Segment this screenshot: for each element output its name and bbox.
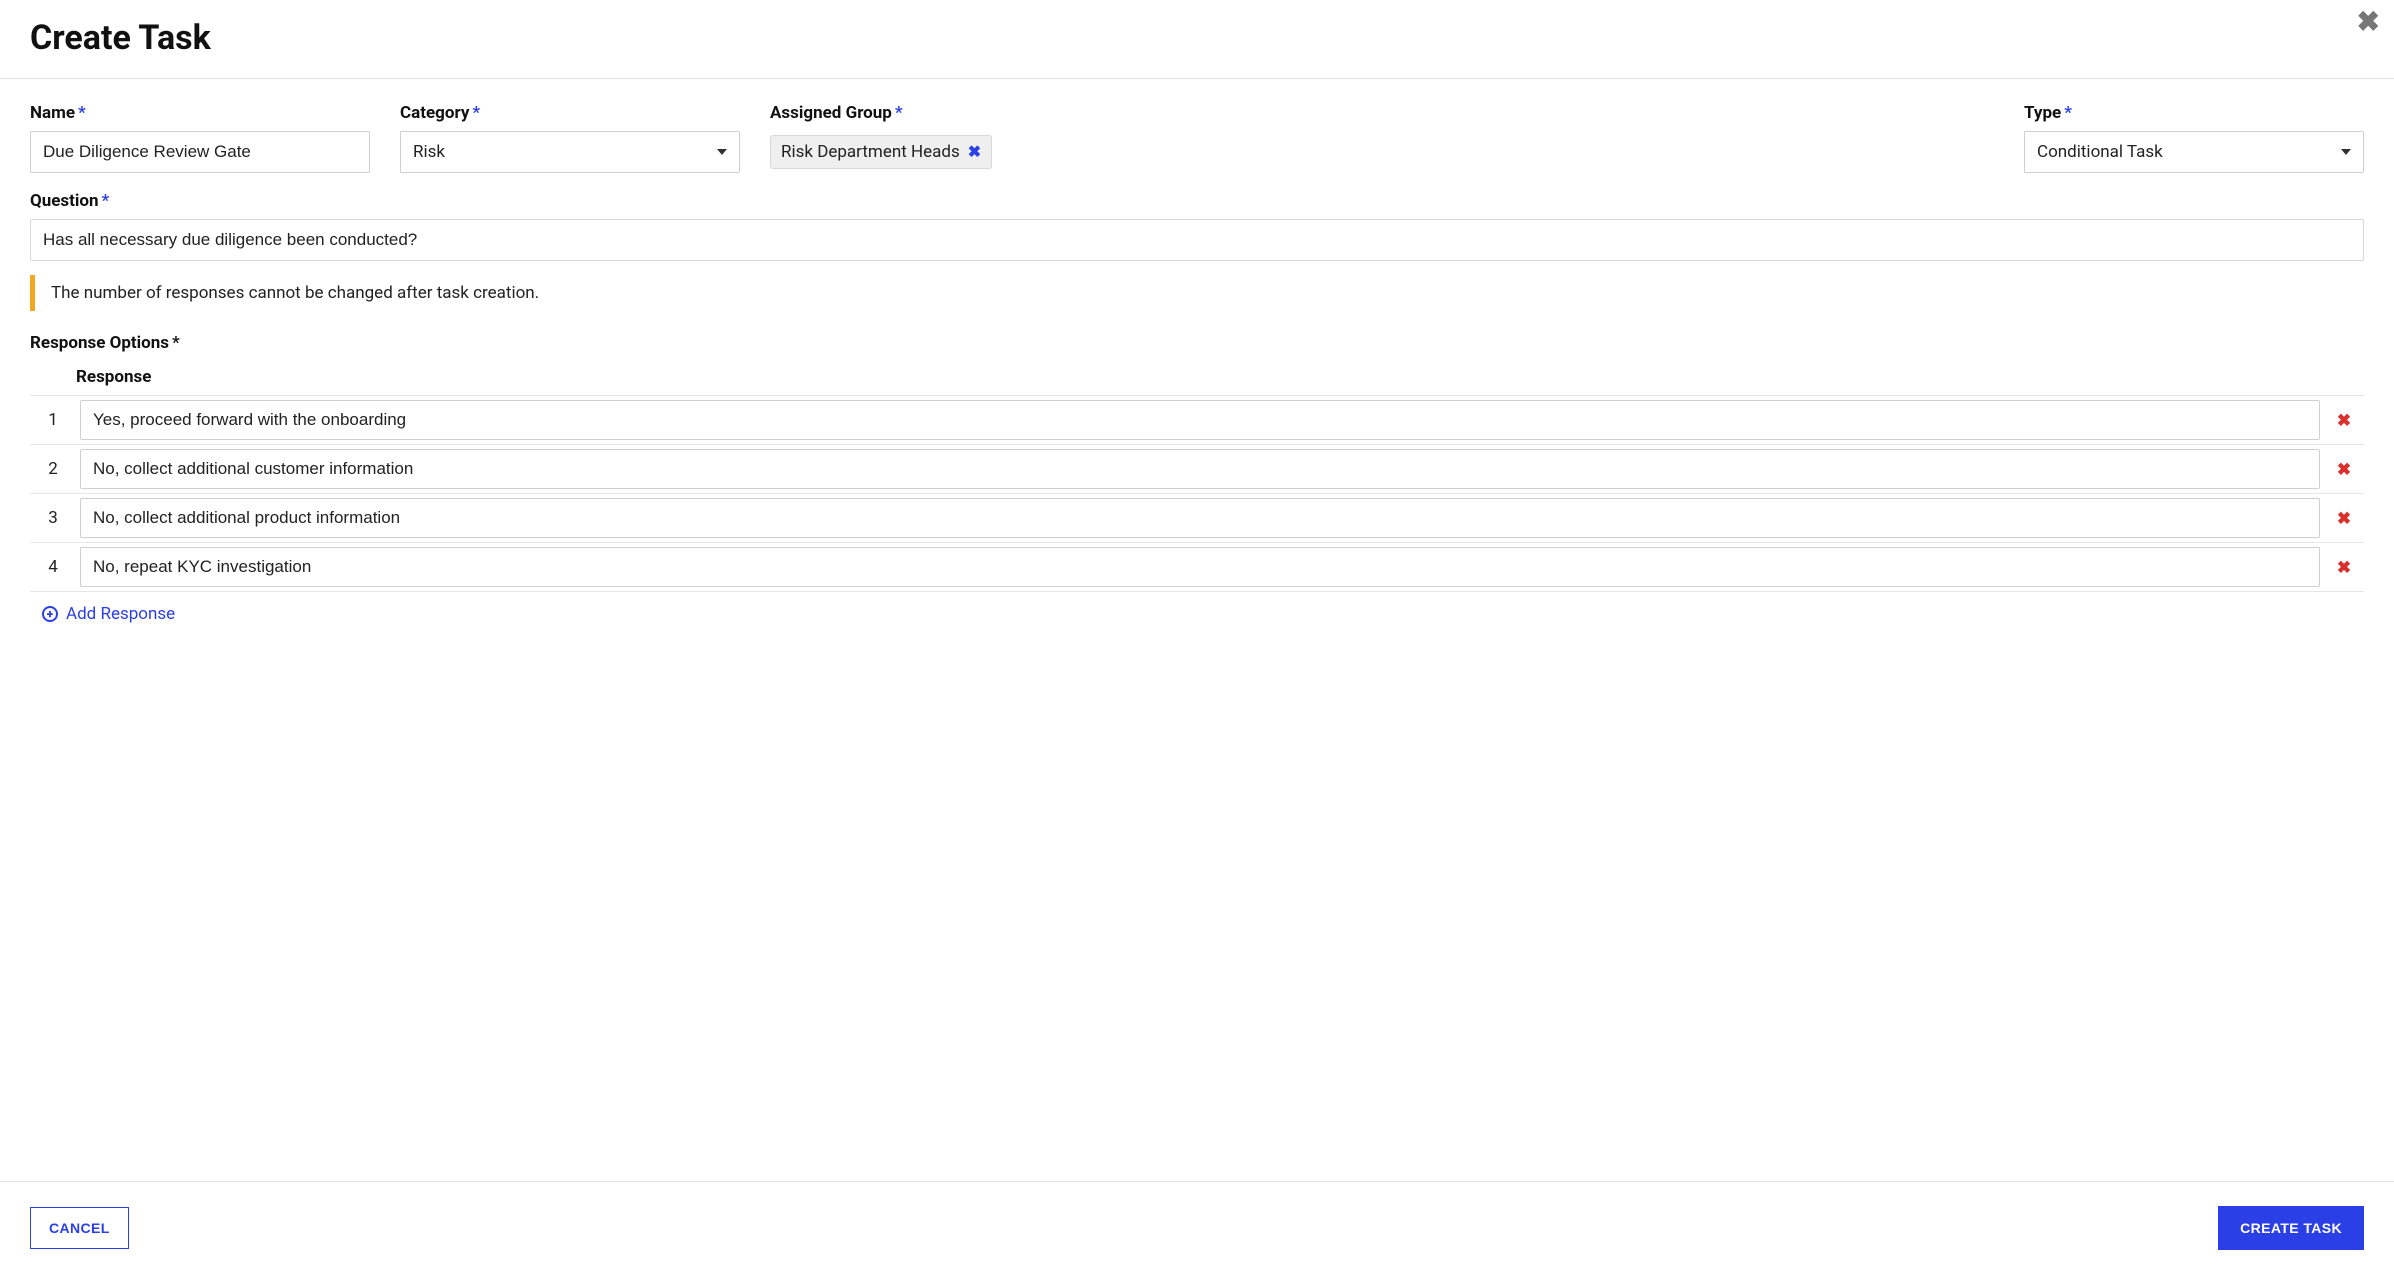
assigned-group-input[interactable]: Risk Department Heads ✖ (770, 131, 1994, 173)
plus-circle-icon: + (42, 606, 58, 622)
modal-footer: CANCEL CREATE TASK (0, 1181, 2394, 1274)
field-category: Category* Risk (400, 103, 740, 173)
response-input[interactable] (80, 498, 2320, 538)
delete-response-icon[interactable]: ✖ (2337, 411, 2351, 431)
create-task-modal: Create Task ✖ Name* Category* Risk (0, 0, 2394, 1274)
responses-header: Response (30, 367, 2364, 395)
required-marker: * (102, 191, 110, 211)
response-input[interactable] (80, 449, 2320, 489)
add-response-button[interactable]: + Add Response (30, 604, 175, 624)
required-marker: * (2064, 103, 2072, 123)
modal-header: Create Task ✖ (0, 0, 2394, 79)
response-input[interactable] (80, 547, 2320, 587)
response-row: 2 ✖ (30, 444, 2364, 493)
category-select[interactable]: Risk (400, 131, 740, 173)
response-options-label-text: Response Options (30, 333, 169, 353)
response-delete-cell: ✖ (2324, 411, 2364, 430)
create-task-button[interactable]: CREATE TASK (2218, 1206, 2364, 1250)
warning-text: The number of responses cannot be change… (51, 283, 539, 303)
response-options-label: Response Options* (30, 333, 2364, 353)
required-marker: * (472, 103, 480, 123)
name-label-text: Name (30, 103, 75, 123)
response-input-cell (76, 547, 2324, 587)
assigned-group-chip-text: Risk Department Heads (781, 142, 960, 162)
required-marker: * (78, 103, 86, 123)
response-number: 2 (30, 459, 76, 479)
question-input[interactable] (30, 219, 2364, 261)
cancel-button[interactable]: CANCEL (30, 1207, 129, 1249)
name-input[interactable] (30, 131, 370, 173)
response-row: 3 ✖ (30, 493, 2364, 542)
chevron-down-icon (2341, 149, 2351, 155)
type-label-text: Type (2024, 103, 2061, 123)
assigned-group-chip: Risk Department Heads ✖ (770, 135, 992, 169)
question-label: Question* (30, 191, 2364, 211)
warning-alert: The number of responses cannot be change… (30, 275, 2364, 311)
type-label: Type* (2024, 103, 2364, 123)
chip-remove-icon[interactable]: ✖ (968, 144, 981, 160)
assigned-group-label: Assigned Group* (770, 103, 1994, 123)
responses-table: Response 1 ✖ 2 ✖ (30, 367, 2364, 592)
delete-response-icon[interactable]: ✖ (2337, 460, 2351, 480)
required-marker: * (895, 103, 903, 123)
field-name: Name* (30, 103, 370, 173)
add-response-label: Add Response (66, 604, 175, 624)
response-delete-cell: ✖ (2324, 460, 2364, 479)
response-input-cell (76, 400, 2324, 440)
category-label-text: Category (400, 103, 469, 123)
response-input-cell (76, 498, 2324, 538)
modal-body: Name* Category* Risk Assigned Group* (0, 79, 2394, 1181)
category-label: Category* (400, 103, 740, 123)
field-question: Question* (30, 191, 2364, 261)
field-type: Type* Conditional Task (2024, 103, 2364, 173)
type-select[interactable]: Conditional Task (2024, 131, 2364, 173)
name-label: Name* (30, 103, 370, 123)
response-number: 1 (30, 410, 76, 430)
form-row-top: Name* Category* Risk Assigned Group* (30, 103, 2364, 173)
response-delete-cell: ✖ (2324, 558, 2364, 577)
question-label-text: Question (30, 191, 99, 211)
modal-title: Create Task (30, 18, 2364, 58)
delete-response-icon[interactable]: ✖ (2337, 509, 2351, 529)
field-assigned-group: Assigned Group* Risk Department Heads ✖ (770, 103, 1994, 173)
assigned-group-label-text: Assigned Group (770, 103, 892, 123)
type-value: Conditional Task (2037, 142, 2163, 162)
response-delete-cell: ✖ (2324, 509, 2364, 528)
response-input-cell (76, 449, 2324, 489)
response-row: 4 ✖ (30, 542, 2364, 592)
response-input[interactable] (80, 400, 2320, 440)
response-number: 4 (30, 557, 76, 577)
category-value: Risk (413, 142, 445, 162)
close-icon[interactable]: ✖ (2357, 8, 2380, 36)
delete-response-icon[interactable]: ✖ (2337, 558, 2351, 578)
response-row: 1 ✖ (30, 395, 2364, 444)
col-response-header: Response (76, 367, 151, 387)
response-number: 3 (30, 508, 76, 528)
chevron-down-icon (717, 149, 727, 155)
required-marker: * (172, 333, 180, 353)
